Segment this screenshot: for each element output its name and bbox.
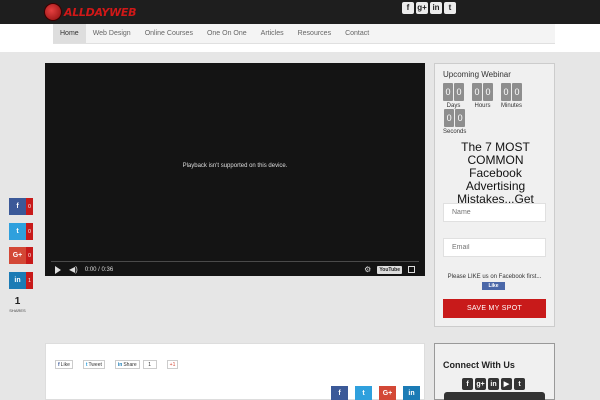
- name-field[interactable]: [443, 203, 546, 222]
- countdown-digit: 0: [444, 109, 455, 127]
- nav-item-online-courses[interactable]: Online Courses: [138, 24, 200, 43]
- facebook-icon: f: [9, 198, 26, 215]
- tweet-label: Tweet: [88, 361, 102, 368]
- post-share-box: f Like t Tweet in Share 1 +1 f t G+ in: [45, 343, 425, 400]
- google-plus-icon: G+: [9, 247, 26, 264]
- facebook-icon[interactable]: f: [462, 378, 473, 390]
- countdown-digit: 0: [455, 109, 466, 127]
- logo-text: ALLDAYWEB: [64, 5, 137, 19]
- twitter-icon[interactable]: t: [444, 2, 456, 14]
- countdown-digit: 0: [472, 83, 482, 101]
- google-plus-one-button[interactable]: +1: [166, 360, 179, 369]
- share-google-plus-button[interactable]: G+ 0: [9, 247, 33, 264]
- facebook-icon: f: [58, 361, 60, 368]
- post-bottom-share-buttons: f t G+ in: [331, 386, 420, 400]
- nav-item-resources[interactable]: Resources: [291, 24, 338, 43]
- linkedin-icon[interactable]: in: [488, 378, 499, 390]
- facebook-like-small-button[interactable]: f Like: [55, 360, 73, 369]
- twitter-icon[interactable]: t: [514, 378, 525, 390]
- video-player[interactable]: Playback isn't supported on this device.…: [45, 63, 425, 276]
- video-controls-right: ⚙ YouTube: [364, 265, 415, 274]
- playback-message: Playback isn't supported on this device.: [182, 163, 288, 169]
- share-count: 0: [26, 247, 33, 264]
- globe-logo-icon: [44, 3, 62, 21]
- countdown-hours: 00 Hours: [472, 83, 493, 109]
- social-buttons-row: f Like t Tweet in Share 1 +1: [55, 360, 179, 369]
- webinar-title: Upcoming Webinar: [443, 70, 511, 79]
- video-controls: ◀) 0:00 / 0:36 ⚙ YouTube: [45, 263, 425, 276]
- countdown-seconds: 00 Seconds: [443, 109, 466, 135]
- connect-with-us-panel: Connect With Us f g+ in ▶ t: [434, 343, 555, 400]
- youtube-icon[interactable]: ▶: [501, 378, 512, 390]
- volume-icon[interactable]: ◀): [69, 265, 78, 274]
- linkedin-icon[interactable]: in: [403, 386, 420, 400]
- gear-icon[interactable]: ⚙: [364, 265, 371, 274]
- top-bar: ALLDAYWEB f g+ in t: [0, 0, 600, 24]
- share-count: 0: [26, 223, 33, 240]
- countdown-digit: 0: [483, 83, 493, 101]
- nav-item-home[interactable]: Home: [53, 24, 86, 43]
- top-social-links: f g+ in t: [402, 2, 456, 14]
- webinar-signup-panel: Upcoming Webinar 00 Days 00 Hours 00 Min…: [434, 63, 555, 327]
- video-time: 0:00 / 0:36: [84, 266, 114, 273]
- share-count: 1: [26, 272, 33, 289]
- countdown-digit: 0: [454, 83, 464, 101]
- countdown-timer: 00 Days 00 Hours 00 Minutes: [443, 83, 522, 109]
- countdown-digit: 0: [512, 83, 522, 101]
- google-plus-icon[interactable]: G+: [379, 386, 396, 400]
- save-my-spot-button[interactable]: SAVE MY SPOT: [443, 299, 546, 318]
- countdown-digit: 0: [501, 83, 511, 101]
- nav-menu: Home Web Design Online Courses One On On…: [53, 24, 555, 44]
- email-field[interactable]: [443, 238, 546, 257]
- connect-social-icons: f g+ in ▶ t: [462, 378, 525, 390]
- play-icon[interactable]: [55, 265, 61, 274]
- linkedin-icon[interactable]: in: [430, 2, 442, 14]
- linkedin-share-count: 1: [142, 360, 157, 369]
- share-total-label: SHARES: [9, 308, 26, 313]
- facebook-icon[interactable]: f: [331, 386, 348, 400]
- share-label: Share: [123, 361, 137, 368]
- share-count: 0: [26, 198, 33, 215]
- share-total-count: 1: [14, 296, 21, 307]
- connect-widget-bar: [444, 392, 545, 400]
- countdown-digit: 0: [443, 83, 453, 101]
- linkedin-share-button[interactable]: in Share: [114, 360, 140, 369]
- like-label: Like: [60, 361, 70, 368]
- facebook-like-prompt: Please LIKE us on Facebook first...: [447, 274, 542, 280]
- facebook-like-button[interactable]: Like: [482, 282, 505, 290]
- video-progress-bar[interactable]: [51, 261, 419, 262]
- share-linkedin-button[interactable]: in 1: [9, 272, 33, 289]
- countdown-days: 00 Days: [443, 83, 464, 109]
- twitter-icon[interactable]: t: [355, 386, 372, 400]
- linkedin-icon: in: [9, 272, 26, 289]
- tweet-button[interactable]: t Tweet: [82, 360, 105, 369]
- nav-item-web-design[interactable]: Web Design: [86, 24, 138, 43]
- countdown-label: Hours: [474, 103, 491, 109]
- linkedin-icon: in: [117, 361, 123, 368]
- countdown-minutes: 00 Minutes: [501, 83, 522, 109]
- facebook-icon[interactable]: f: [402, 2, 414, 14]
- share-facebook-button[interactable]: f 0: [9, 198, 33, 215]
- main-nav: Home Web Design Online Courses One On On…: [0, 24, 600, 52]
- nav-item-one-on-one[interactable]: One On One: [200, 24, 254, 43]
- nav-item-articles[interactable]: Articles: [254, 24, 291, 43]
- google-plus-icon[interactable]: g+: [475, 378, 486, 390]
- countdown-label: Seconds: [443, 129, 467, 135]
- twitter-icon: t: [85, 361, 88, 368]
- youtube-logo-icon[interactable]: YouTube: [377, 265, 402, 274]
- gplus-label: +1: [169, 361, 176, 368]
- site-logo[interactable]: ALLDAYWEB: [44, 3, 137, 21]
- nav-item-contact[interactable]: Contact: [338, 24, 376, 43]
- twitter-icon: t: [9, 223, 26, 240]
- countdown-label: Minutes: [501, 103, 523, 109]
- share-twitter-button[interactable]: t 0: [9, 223, 33, 240]
- google-plus-icon[interactable]: g+: [416, 2, 428, 14]
- fullscreen-icon[interactable]: [408, 266, 415, 273]
- connect-title: Connect With Us: [443, 360, 515, 370]
